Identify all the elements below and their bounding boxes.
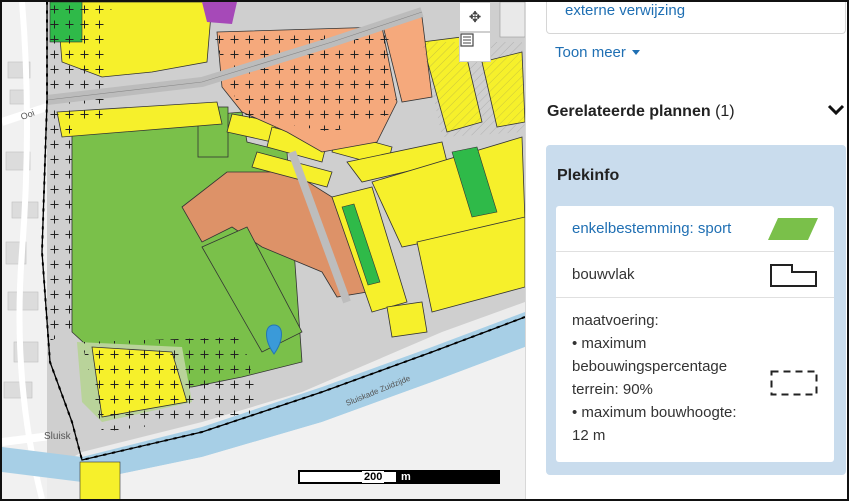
dashed-rectangle-icon: [770, 370, 818, 396]
chevron-down-icon[interactable]: [827, 103, 845, 117]
maatvoering-line: 12 m: [572, 427, 606, 444]
plekinfo-item-label: bouwvlak: [572, 266, 635, 283]
info-panel: externe verwijzing Toon meer Gerelateerd…: [525, 2, 847, 499]
street-label-sluisk: Sluisk: [44, 431, 72, 442]
map-view[interactable]: Sluiskade Zuidzijde Sluisk Ooi ✥ 200 m: [2, 2, 525, 499]
caret-down-icon: [631, 50, 640, 55]
sport-parallelogram-icon: [768, 218, 818, 240]
external-reference-link[interactable]: externe verwijzing: [565, 2, 685, 19]
layers-legend-icon: [460, 33, 474, 47]
external-reference-box: externe verwijzing: [546, 2, 846, 34]
app-frame: Sluiskade Zuidzijde Sluisk Ooi ✥ 200 m e…: [0, 0, 849, 501]
related-plans-count: (1): [715, 103, 735, 120]
plekinfo-item-sport[interactable]: enkelbestemming: sport: [556, 206, 834, 252]
maatvoering-line: • maximum: [572, 335, 647, 352]
plekinfo-card: Plekinfo enkelbestemming: sport bouwvlak: [546, 145, 846, 475]
plekinfo-title: Plekinfo: [557, 167, 620, 184]
map-canvas[interactable]: Sluiskade Zuidzijde Sluisk Ooi: [2, 2, 525, 499]
scale-unit: m: [401, 471, 411, 483]
plekinfo-maatvoering-text: maatvoering: • maximum bebouwingspercent…: [572, 309, 737, 447]
plekinfo-item-label[interactable]: enkelbestemming: sport: [572, 217, 731, 240]
show-more-label: Toon meer: [555, 44, 626, 61]
show-more-button[interactable]: Toon meer: [555, 44, 640, 61]
maatvoering-line: maatvoering:: [572, 312, 659, 329]
related-plans-title: Gerelateerde plannen: [547, 103, 711, 120]
related-plans-header[interactable]: Gerelateerde plannen (1): [547, 103, 847, 127]
maatvoering-line: bebouwingspercentage: [572, 358, 728, 375]
plekinfo-item-maatvoering[interactable]: maatvoering: • maximum bebouwingspercent…: [556, 298, 834, 462]
maatvoering-line: terrein: 90%: [572, 381, 653, 398]
scale-value: 200: [362, 471, 385, 483]
scale-bar-fill: [396, 472, 498, 482]
layers-legend-button[interactable]: [459, 32, 491, 62]
pan-move-icon: ✥: [468, 9, 482, 26]
pan-move-button[interactable]: ✥: [459, 2, 491, 32]
scale-bar: 200 m: [298, 470, 500, 484]
plekinfo-list: enkelbestemming: sport bouwvlak maatvoer…: [556, 206, 834, 462]
bouwvlak-outline-icon: [770, 264, 817, 287]
maatvoering-line: • maximum bouwhoogte:: [572, 404, 737, 421]
plekinfo-item-bouwvlak[interactable]: bouwvlak: [556, 252, 834, 298]
